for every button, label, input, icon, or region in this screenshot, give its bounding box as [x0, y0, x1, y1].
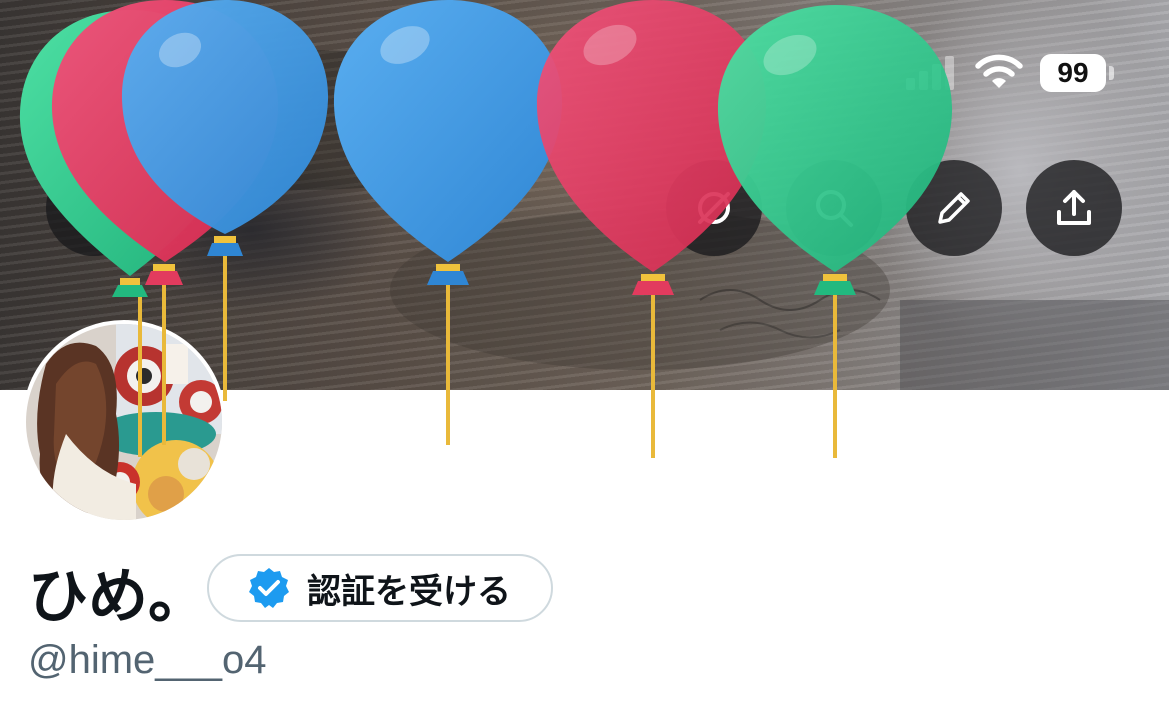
- snowflake-icon: [201, 54, 235, 92]
- battery-tip: [1109, 66, 1114, 80]
- grok-button[interactable]: [666, 160, 762, 256]
- status-time: 15:15: [74, 50, 182, 97]
- search-icon: [816, 190, 853, 227]
- search-button[interactable]: [786, 160, 882, 256]
- profile-avatar[interactable]: [22, 320, 226, 524]
- get-verified-button[interactable]: 認証を受ける: [207, 554, 553, 622]
- verified-badge-icon: [249, 568, 289, 608]
- edit-icon: [938, 192, 970, 224]
- back-button[interactable]: [46, 160, 142, 256]
- avatar-photo: [26, 324, 222, 520]
- profile-banner[interactable]: 15:15 99: [0, 0, 1169, 390]
- share-button[interactable]: [1026, 160, 1122, 256]
- wifi-icon: [975, 54, 1023, 88]
- profile-display-name: ひめ。: [28, 563, 208, 630]
- battery-icon: 99: [1040, 54, 1106, 92]
- grok-icon: [698, 192, 730, 224]
- share-icon: [1057, 190, 1091, 225]
- get-verified-label: 認証を受ける: [307, 572, 511, 611]
- profile-handle: @hime___o4: [28, 638, 267, 682]
- back-arrow-icon: [77, 193, 112, 223]
- cellular-signal-icon: [906, 56, 954, 90]
- edit-button[interactable]: [906, 160, 1002, 256]
